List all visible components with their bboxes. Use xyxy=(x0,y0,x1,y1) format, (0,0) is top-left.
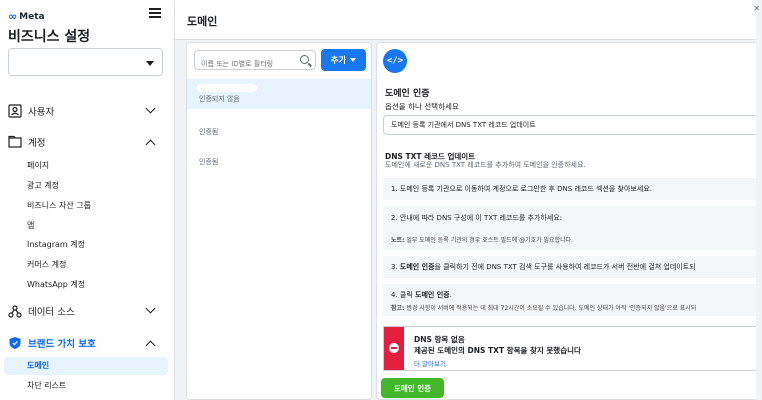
shield-icon xyxy=(9,337,21,349)
close-icon[interactable]: ✕ xyxy=(753,4,760,13)
domain-row[interactable]: 인증됨 xyxy=(187,117,371,147)
note-label: 참고: xyxy=(391,305,405,312)
sidebar: ∞ Meta 비즈니스 설정 사용자 계정 페이지 광고 계정 비즈니스 자산 … xyxy=(0,0,175,400)
learn-more-link[interactable]: 더 알아보기. xyxy=(414,358,448,368)
filter-input[interactable] xyxy=(195,55,295,73)
domain-status: 인증됨 xyxy=(199,158,219,166)
sidebar-item-business-asset-groups[interactable]: 비즈니스 자산 그룹 xyxy=(0,197,168,215)
sidebar-item-ad-accounts[interactable]: 광고 계정 xyxy=(0,177,168,195)
step-note: 노트: 일부 도메인 등록 기관의 경우 호스트 필드에 @기호가 필요합니다. xyxy=(391,235,759,244)
caret-down-icon xyxy=(350,58,357,62)
sidebar-section-label: 브랜드 가치 보호 xyxy=(28,339,96,350)
error-alert: DNS 항목 없음 제공된 도메인의 DNS TXT 항목을 찾지 못했습니다 … xyxy=(383,326,759,371)
meta-infinity-icon: ∞ xyxy=(8,10,18,23)
filter-field[interactable] xyxy=(194,50,316,73)
note-text: 일부 도메인 등록 기관의 경우 호스트 필드에 @기호가 필요합니다. xyxy=(404,237,574,244)
step-prefix: 3. xyxy=(391,263,400,271)
domain-status: 인증됨 xyxy=(199,128,219,136)
step-3: 3. 도메인 인증을 클릭하기 전에 DNS TXT 검색 도구를 사용하여 레… xyxy=(383,256,759,278)
alert-body-prefix: 제공된 도메인의 xyxy=(414,346,468,355)
section-description: 도메인에 새로운 DNS TXT 레코드를 추가하여 도메인을 인증하세요. xyxy=(385,161,586,169)
menu-icon[interactable] xyxy=(149,8,161,18)
meta-logo[interactable]: ∞ Meta xyxy=(8,10,45,23)
sidebar-section-brand-safety[interactable]: 브랜드 가치 보호 xyxy=(0,332,174,354)
search-icon xyxy=(300,55,309,64)
alert-bar xyxy=(384,327,404,370)
step-bold: 도메인 인증 xyxy=(415,291,450,299)
folder-icon xyxy=(8,135,22,148)
note-text: 변경 사항이 서버에 적용되는 데 최대 72시간이 소요될 수 있습니다. 도… xyxy=(404,305,697,312)
step-text: 1. 도메인 등록 기관으로 이동하여 계정으로 로그인한 후 DNS 레코드 … xyxy=(391,185,652,193)
meta-logo-text: Meta xyxy=(19,11,45,22)
sidebar-section-label: 사용자 xyxy=(28,107,55,118)
step-note: 참고: 변경 사항이 서버에 적용되는 데 최대 72시간이 소요될 수 있습니… xyxy=(391,303,759,312)
domain-row[interactable]: 인증되지 않음 xyxy=(187,79,371,109)
domain-row[interactable]: 인증됨 xyxy=(187,147,371,177)
main-header: 도메인 xyxy=(175,0,762,40)
business-selector[interactable] xyxy=(8,48,163,76)
sidebar-item-commerce-accounts[interactable]: 커머스 계정 xyxy=(0,256,168,274)
domain-status: 인증되지 않음 xyxy=(199,95,240,103)
note-label: 노트: xyxy=(391,237,405,244)
chevron-down-icon xyxy=(145,303,156,314)
sidebar-item-pages[interactable]: 페이지 xyxy=(0,157,168,175)
step-text: 을 클릭하기 전에 DNS TXT 검색 도구를 사용하여 레코드가 서버 전반… xyxy=(434,263,696,271)
step-2: 2. 안내에 따라 DNS 구성에 이 TXT 레코드를 추가하세요: 노트: … xyxy=(383,206,759,250)
domain-name-redacted xyxy=(197,84,257,92)
alert-body-suffix: 항목을 찾지 못했습니다 xyxy=(504,346,581,355)
sidebar-item-apps[interactable]: 앱 xyxy=(0,217,168,235)
alert-body: 제공된 도메인의 DNS TXT 항목을 찾지 못했습니다 xyxy=(414,345,581,356)
chevron-up-icon xyxy=(145,340,156,351)
step-4: 4. 클릭 도메인 인증. 참고: 변경 사항이 서버에 적용되는 데 최대 7… xyxy=(383,284,759,316)
window-edge xyxy=(756,0,762,400)
sidebar-item-domains[interactable]: 도메인 xyxy=(4,357,168,375)
sidebar-section-label: 데이터 소스 xyxy=(28,307,75,318)
alert-title: DNS 항목 없음 xyxy=(414,335,465,344)
step-bold: 도메인 인증 xyxy=(399,263,435,271)
chevron-up-icon xyxy=(145,139,156,150)
sidebar-item-instagram-accounts[interactable]: Instagram 계정 xyxy=(0,236,168,254)
data-source-icon xyxy=(8,305,22,318)
page-title: 비즈니스 설정 xyxy=(8,29,91,45)
verification-method-select[interactable]: 도메인 등록 기관에서 DNS TXT 레코드 업데이트 xyxy=(383,115,759,135)
verify-domain-button[interactable]: 도메인 인증 xyxy=(381,378,444,398)
step-prefix: 4. 클릭 xyxy=(391,291,416,299)
error-icon xyxy=(389,343,399,353)
alert-body-bold: DNS TXT xyxy=(467,346,505,355)
add-button[interactable]: 추가 xyxy=(321,49,366,71)
code-icon[interactable]: </> xyxy=(383,49,407,73)
sidebar-section-accounts[interactable]: 계정 xyxy=(0,131,174,153)
step-suffix: . xyxy=(449,291,452,299)
header-title: 도메인 xyxy=(187,15,218,28)
domain-detail-panel: </> 도메인 인증 옵션을 하나 선택하세요 도메인 등록 기관에서 DNS … xyxy=(376,42,762,400)
step-text: 2. 안내에 따라 DNS 구성에 이 TXT 레코드를 추가하세요: xyxy=(391,214,563,222)
user-icon xyxy=(8,104,22,118)
option-prompt: 옵션을 하나 선택하세요 xyxy=(385,102,459,111)
sidebar-item-whatsapp-accounts[interactable]: WhatsApp 계정 xyxy=(0,276,168,294)
detail-title: 도메인 인증 xyxy=(385,89,430,99)
chevron-down-icon xyxy=(145,103,156,114)
sidebar-section-data-sources[interactable]: 데이터 소스 xyxy=(0,300,174,322)
step-1: 1. 도메인 등록 기관으로 이동하여 계정으로 로그인한 후 DNS 레코드 … xyxy=(383,178,759,200)
chevron-down-icon xyxy=(146,61,154,66)
sidebar-section-label: 계정 xyxy=(28,138,46,149)
sidebar-item-block-lists[interactable]: 차단 리스트 xyxy=(0,377,168,395)
add-button-label: 추가 xyxy=(330,56,347,66)
domain-list-panel: 추가 인증되지 않음 인증됨 인증됨 xyxy=(186,42,372,400)
sidebar-section-users[interactable]: 사용자 xyxy=(0,100,174,122)
